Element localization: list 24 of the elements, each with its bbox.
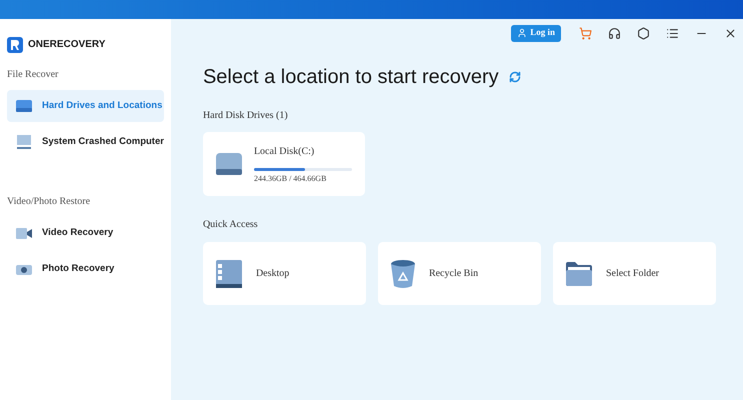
quick-access-card[interactable]: Recycle Bin <box>378 242 541 305</box>
section-heading: Quick Access <box>202 218 259 232</box>
section-heading: Hard Disk Drives (1) <box>202 109 289 123</box>
section-title: Video/Photo Restore <box>6 195 92 209</box>
quick-access-label: Select Folder <box>606 267 659 281</box>
quick-access-label: Recycle Bin <box>428 267 478 281</box>
sidebar-item[interactable]: Hard Drives and Locations <box>7 90 164 122</box>
page-title: Select a location to start recovery <box>202 65 499 90</box>
sidebar-item[interactable]: Photo Recovery <box>7 253 164 285</box>
login-button[interactable]: Log in <box>511 24 561 42</box>
drive-usage: 244.36GB / 464.66GB <box>254 172 328 184</box>
quick-access-card[interactable]: Select Folder <box>552 242 716 305</box>
section-title: File Recover <box>6 68 60 82</box>
quick-access-card[interactable]: Desktop <box>202 242 366 305</box>
sidebar-item[interactable]: Video Recovery <box>7 217 164 249</box>
sidebar-item[interactable]: System Crashed Computer <box>7 126 164 158</box>
drive-card[interactable]: Local Disk(C:) 244.36GB / 464.66GB <box>202 132 365 196</box>
drive-name: Local Disk(C:) <box>254 144 316 158</box>
quick-access-label: Desktop <box>256 267 290 281</box>
sidebar-item-label: System Crashed Computer <box>42 134 164 149</box>
sidebar-item-label: Photo Recovery <box>42 262 114 276</box>
app-name: ONERECOVERY <box>28 38 106 52</box>
sidebar-item-label: Video Recovery <box>42 226 114 240</box>
sidebar-item-label: Hard Drives and Locations <box>42 98 162 113</box>
